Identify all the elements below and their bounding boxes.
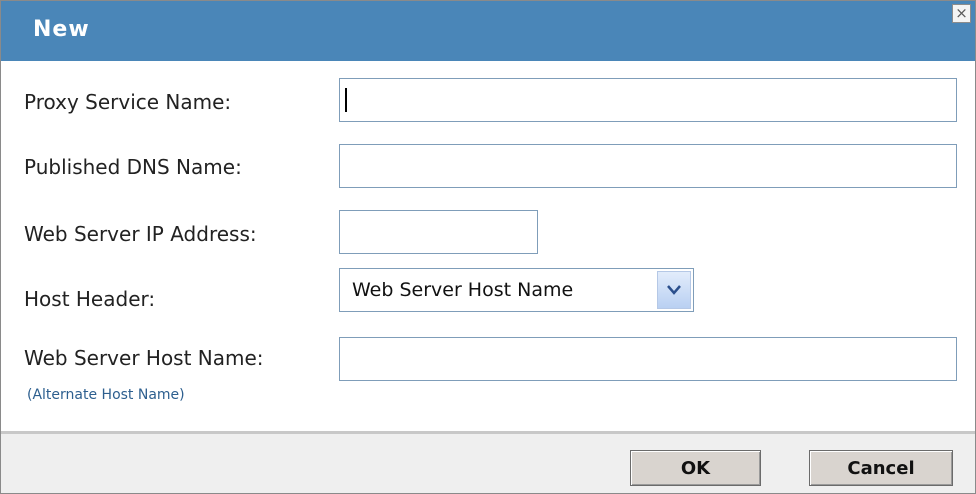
new-proxy-service-dialog: New × Proxy Service Name: Published DNS … xyxy=(0,0,976,494)
dropdown-button[interactable] xyxy=(657,271,691,309)
alternate-host-name-link[interactable]: (Alternate Host Name) xyxy=(27,387,185,403)
dialog-title: New xyxy=(33,17,90,42)
host-header-selected-value: Web Server Host Name xyxy=(352,279,574,301)
published-dns-name-label: Published DNS Name: xyxy=(24,155,242,179)
web-server-ip-input[interactable] xyxy=(339,210,538,254)
text-caret xyxy=(345,88,347,112)
ok-button[interactable]: OK xyxy=(630,450,761,486)
proxy-service-name-label: Proxy Service Name: xyxy=(24,90,232,114)
web-server-host-name-input[interactable] xyxy=(339,337,957,381)
host-header-label: Host Header: xyxy=(24,287,156,311)
close-button[interactable]: × xyxy=(952,4,971,23)
proxy-service-name-input[interactable] xyxy=(339,78,957,122)
dialog-footer: OK Cancel xyxy=(1,431,975,493)
cancel-button[interactable]: Cancel xyxy=(809,450,953,486)
chevron-down-icon xyxy=(667,285,681,295)
web-server-host-name-label: Web Server Host Name: xyxy=(24,346,264,370)
dialog-titlebar: New × xyxy=(1,1,975,61)
close-icon: × xyxy=(955,4,968,22)
web-server-ip-label: Web Server IP Address: xyxy=(24,222,257,246)
published-dns-name-input[interactable] xyxy=(339,144,957,188)
host-header-select[interactable]: Web Server Host Name xyxy=(339,268,694,312)
